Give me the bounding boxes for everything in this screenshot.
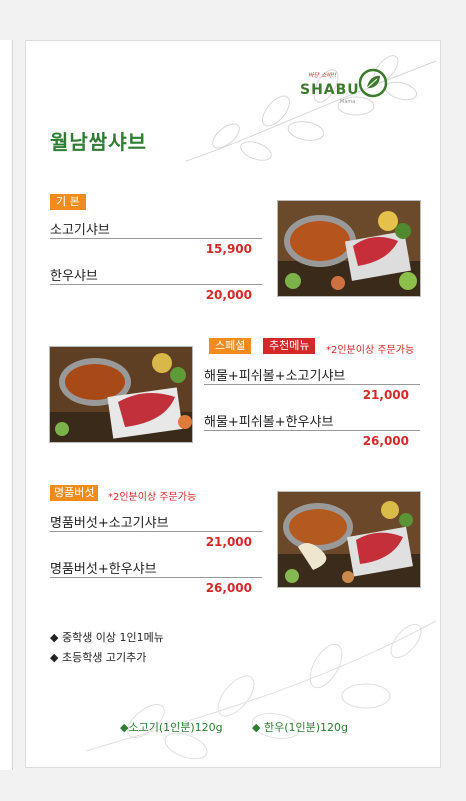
item-divider — [50, 577, 262, 578]
shabu-photo-3 — [277, 491, 421, 588]
menu-item-name: 해물+피쉬볼+소고기샤브 — [204, 369, 346, 384]
item-divider — [204, 384, 420, 385]
menu-item-price: 15,900 — [205, 242, 252, 256]
menu-page: 바당 소바!! SHABU Mama 월남쌈샤브 기 본 소고기샤브 15,90… — [25, 40, 441, 768]
shabu-photo-2 — [49, 346, 193, 443]
menu-item-price: 26,000 — [362, 434, 409, 448]
shabu-logo: 바당 소바!! SHABU Mama — [300, 68, 420, 120]
menu-item-name: 명품버섯+소고기샤브 — [50, 516, 169, 531]
beef-portion-info: ◆소고기(1인분)120g — [120, 721, 223, 734]
recommend-tag: 추천메뉴 — [263, 338, 316, 354]
item-divider — [50, 238, 262, 239]
leaf-decoration-bottom — [86, 620, 437, 760]
menu-item-name: 해물+피쉬볼+한우샤브 — [204, 415, 334, 430]
menu-title: 월남쌈샤브 — [50, 130, 147, 154]
note-line: ◆ 중학생 이상 1인1메뉴 — [50, 631, 164, 644]
previous-page-edge — [0, 40, 13, 770]
menu-item-name: 명품버섯+한우샤브 — [50, 562, 157, 577]
item-divider — [50, 531, 262, 532]
menu-item-price: 21,000 — [205, 535, 252, 549]
menu-item-price: 20,000 — [205, 288, 252, 302]
special-tag: 스페셜 — [209, 338, 252, 354]
mushroom-note: *2인분이상 주문가능 — [108, 492, 197, 503]
menu-item-name: 소고기샤브 — [50, 223, 110, 238]
menu-item-name: 한우샤브 — [50, 269, 98, 284]
menu-item-price: 26,000 — [205, 581, 252, 595]
hanwoo-portion-info: ◆ 한우(1인분)120g — [252, 721, 348, 734]
mushroom-tag: 명품버섯 — [50, 485, 99, 501]
logo-leaf-icon — [358, 68, 388, 98]
logo-name: SHABU — [300, 82, 360, 98]
note-line: ◆ 초등학생 고기추가 — [50, 651, 147, 664]
item-divider — [50, 284, 262, 285]
item-divider — [204, 430, 420, 431]
menu-item-price: 21,000 — [362, 388, 409, 402]
shabu-photo-1 — [277, 200, 421, 297]
basic-tag: 기 본 — [50, 194, 86, 210]
logo-tagline: 바당 소바!! — [308, 72, 337, 79]
special-note: *2인분이상 주문가능 — [326, 345, 415, 356]
logo-sub: Mama — [340, 99, 356, 105]
